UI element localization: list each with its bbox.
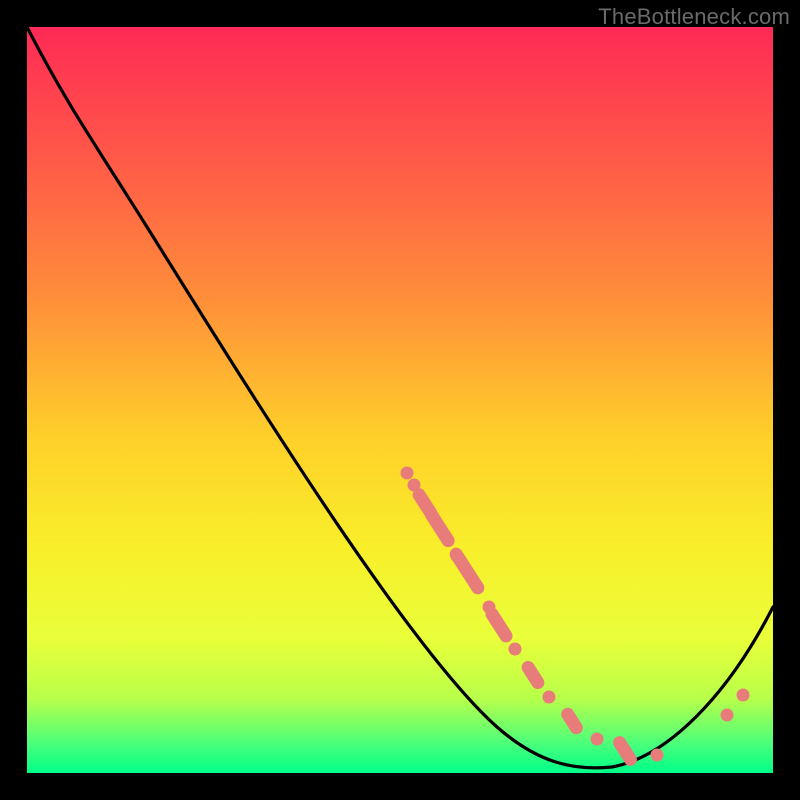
marker-dot — [721, 709, 734, 722]
marker-dot — [737, 689, 750, 702]
chart-canvas: TheBottleneck.com — [0, 0, 800, 800]
marker-blob — [456, 554, 478, 588]
marker-dot — [543, 691, 556, 704]
marker-dot — [591, 733, 604, 746]
marker-blob — [620, 743, 631, 760]
marker-dot — [509, 643, 522, 656]
marker-blob — [432, 515, 448, 540]
bottleneck-curve — [27, 27, 773, 768]
chart-svg — [27, 27, 773, 773]
plot-area — [27, 27, 773, 773]
marker-blob — [568, 714, 577, 727]
watermark-text: TheBottleneck.com — [598, 4, 790, 30]
marker-blob — [492, 614, 506, 636]
marker-dot — [401, 467, 414, 480]
marker-dot — [651, 749, 664, 762]
marker-blob — [528, 667, 538, 682]
